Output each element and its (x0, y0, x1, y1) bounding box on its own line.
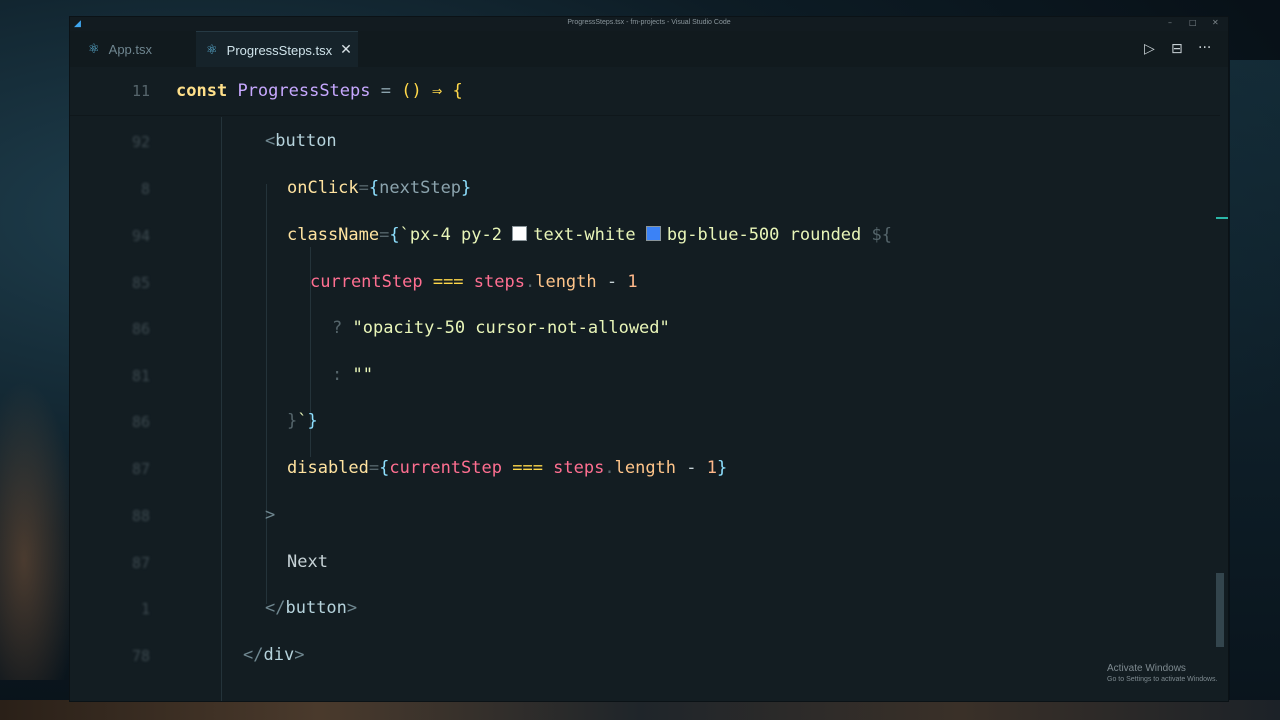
code-line: 85 currentStep === steps.length - 1 (131, 272, 638, 292)
tab-bar: ⚛ App.tsx ⚛ ProgressSteps.tsx ✕ ▷ ⊟ ··· (70, 31, 1228, 68)
vertical-scrollbar[interactable] (1216, 573, 1224, 647)
code-line: 86 }`} (131, 411, 318, 431)
code-line: 87 disabled={currentStep === steps.lengt… (131, 458, 728, 478)
line-number: 11 (131, 82, 150, 100)
code-line: 78 </div> (131, 645, 305, 665)
vscode-window: ◢ ProgressSteps.tsx - fm-projects - Visu… (70, 17, 1228, 701)
tab-progresssteps-tsx[interactable]: ⚛ ProgressSteps.tsx ✕ (196, 31, 358, 68)
code-line: 81 : "" (131, 365, 373, 385)
run-icon[interactable]: ▷ (1144, 41, 1155, 57)
close-window-button[interactable]: ✕ (1212, 18, 1219, 27)
tab-app-tsx[interactable]: ⚛ App.tsx (78, 31, 196, 67)
split-editor-icon[interactable]: ⊟ (1171, 41, 1183, 57)
scrollbar-marker (1216, 217, 1228, 219)
tab-label: ProgressSteps.tsx (226, 42, 333, 58)
color-swatch-blue (645, 226, 661, 241)
window-title: ProgressSteps.tsx - fm-projects - Visual… (567, 19, 731, 26)
code-line: 92 <button (131, 131, 337, 151)
react-icon: ⚛ (206, 42, 218, 58)
code-line: 1 </button> (140, 598, 358, 618)
code-line: 86 ? "opacity-50 cursor-not-allowed" (131, 318, 670, 338)
react-icon: ⚛ (88, 41, 100, 57)
color-swatch-white (512, 226, 528, 241)
code-editor[interactable]: 92 <button 8 onClick={nextStep} 94 class… (70, 67, 1228, 701)
sticky-scroll-header[interactable]: 11 const ProgressSteps = () ⇒ { (70, 67, 1220, 116)
code-line: 94 className={`px-4 py-2 text-white bg-b… (131, 225, 892, 245)
minimize-button[interactable]: – (1168, 18, 1172, 27)
maximize-button[interactable]: □ (1189, 18, 1197, 27)
code-line: 87 Next (131, 552, 328, 572)
code-line: 88 > (131, 505, 276, 525)
close-tab-icon[interactable]: ✕ (340, 42, 352, 58)
more-actions-icon[interactable]: ··· (1198, 40, 1211, 56)
title-bar: ◢ ProgressSteps.tsx - fm-projects - Visu… (70, 17, 1228, 31)
tab-label: App.tsx (108, 41, 153, 57)
activate-windows-watermark: Activate Windows Go to Settings to activ… (1107, 663, 1218, 683)
code-line: 8 onClick={nextStep} (140, 178, 472, 198)
